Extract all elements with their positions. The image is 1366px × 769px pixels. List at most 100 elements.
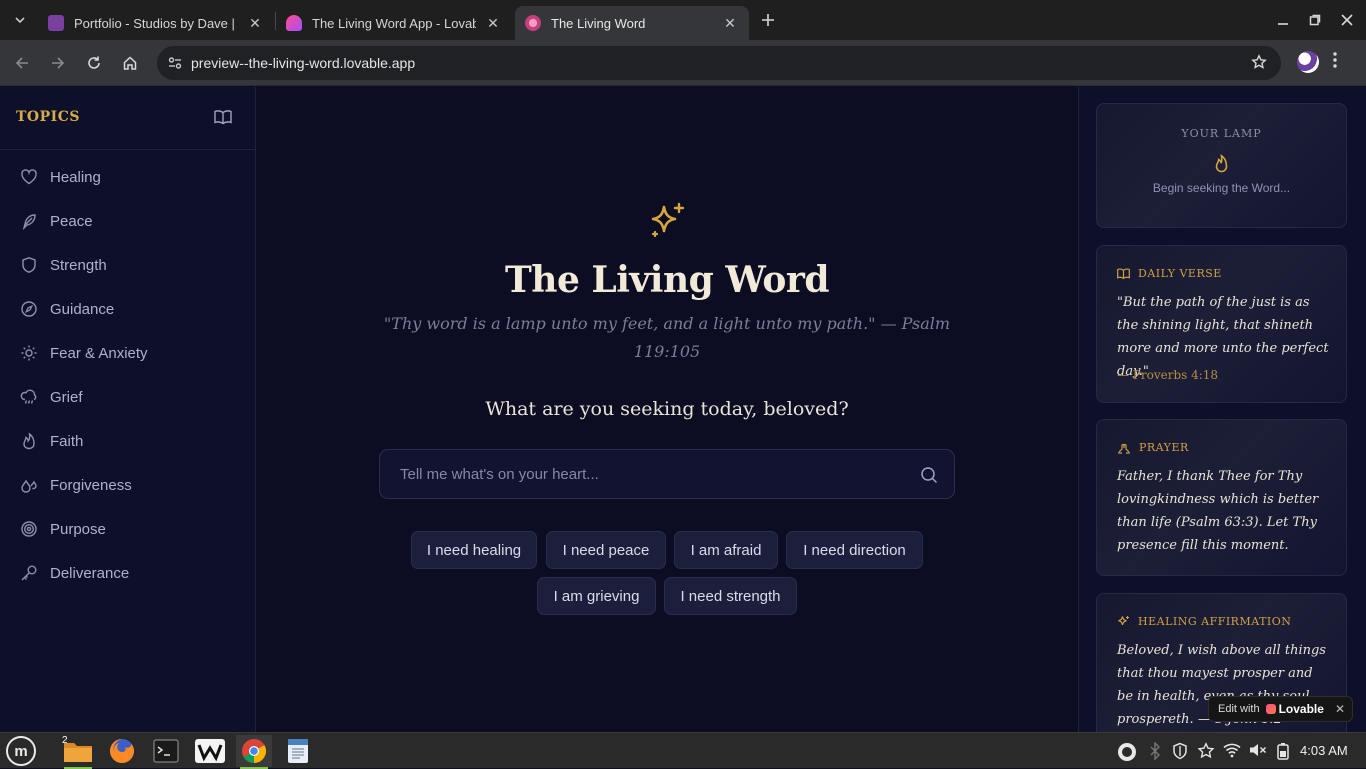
wifi-icon[interactable] [1223, 742, 1241, 763]
taskbar-chrome[interactable] [236, 735, 272, 769]
site-info-icon[interactable] [159, 55, 191, 71]
plus-icon [762, 14, 774, 26]
flame-icon [1213, 153, 1231, 178]
chip-need-strength[interactable]: I need strength [664, 577, 797, 615]
arrow-right-icon [52, 57, 65, 69]
sidebar-item-forgiveness[interactable]: Forgiveness [0, 465, 255, 505]
terminal-icon [153, 739, 179, 763]
chip-am-grieving[interactable]: I am grieving [537, 577, 656, 615]
praying-hands-icon [1118, 443, 1130, 454]
edit-with-lovable-badge[interactable]: Edit with Lovable ✕ [1208, 696, 1353, 722]
close-tab-icon[interactable]: ✕ [246, 14, 264, 32]
chip-need-direction[interactable]: I need direction [786, 531, 923, 569]
lamp-card: YOUR LAMP Begin seeking the Word... [1096, 103, 1347, 228]
arrow-left-icon [15, 57, 28, 69]
living-word-app: TOPICS Healing Peace Strength Guidance F… [0, 87, 1366, 732]
sidebar-item-grief[interactable]: Grief [0, 377, 255, 417]
os-taskbar: m 2 4:03 AM [0, 732, 1366, 769]
minimize-button[interactable] [1271, 8, 1295, 32]
address-bar[interactable]: preview--the-living-word.lovable.app [157, 46, 1281, 80]
restore-button[interactable] [1303, 8, 1327, 32]
sidebar-item-faith[interactable]: Faith [0, 421, 255, 461]
tab-search-button[interactable] [6, 8, 34, 32]
volume-muted-icon[interactable] [1249, 742, 1267, 763]
daily-verse-card: DAILY VERSE "But the path of the just is… [1096, 245, 1347, 403]
heart-icon [21, 169, 37, 185]
reload-icon [88, 56, 100, 69]
tab-lovable-app[interactable]: The Living Word App - Lovable ✕ [276, 6, 512, 40]
affirmation-label: HEALING AFFIRMATION [1138, 615, 1292, 628]
shield-icon [22, 257, 36, 273]
tab-title: The Living Word [551, 15, 646, 31]
document-icon [288, 739, 308, 763]
update-shield-icon[interactable] [1117, 742, 1137, 767]
living-word-favicon-icon [525, 15, 541, 31]
sparkles-icon [646, 201, 688, 248]
browser-menu-icon[interactable] [1333, 51, 1337, 74]
sidebar-item-guidance[interactable]: Guidance [0, 289, 255, 329]
start-menu-button[interactable]: m [6, 736, 36, 766]
taskbar-terminal[interactable] [148, 735, 184, 767]
browser-toolbar: preview--the-living-word.lovable.app [0, 40, 1366, 86]
taskbar-text-editor[interactable] [280, 735, 316, 767]
main-content: The Living Word "Thy word is a lamp unto… [256, 87, 1078, 732]
prayer-label: PRAYER [1139, 441, 1189, 454]
bluetooth-icon[interactable] [1149, 741, 1161, 765]
sidebar-item-label: Healing [50, 168, 101, 186]
heart-search-input[interactable]: Tell me what's on your heart... [379, 449, 955, 499]
compass-icon [21, 301, 37, 317]
close-badge-icon[interactable]: ✕ [1335, 702, 1345, 716]
tab-living-word[interactable]: The Living Word ✕ [515, 6, 749, 40]
battery-icon[interactable] [1277, 742, 1289, 765]
affirmation-header: HEALING AFFIRMATION [1117, 615, 1291, 628]
folder-window-count: 2 [62, 735, 68, 746]
close-tab-icon[interactable]: ✕ [721, 14, 739, 32]
favorites-star-icon[interactable] [1197, 742, 1215, 765]
target-icon [21, 521, 37, 537]
chip-need-peace[interactable]: I need peace [546, 531, 666, 569]
new-tab-button[interactable] [756, 8, 780, 32]
sidebar-item-strength[interactable]: Strength [0, 245, 255, 285]
reload-button[interactable] [80, 49, 108, 77]
restore-icon [1309, 14, 1321, 26]
sidebar-item-healing[interactable]: Healing [0, 157, 255, 197]
back-button[interactable] [8, 49, 36, 77]
tab-title: The Living Word App - Lovable [312, 15, 476, 31]
sidebar-item-label: Deliverance [50, 564, 130, 582]
sidebar-item-peace[interactable]: Peace [0, 201, 255, 241]
taskbar-files[interactable]: 2 [60, 735, 96, 769]
portfolio-favicon-icon [48, 15, 64, 31]
chrome-icon [242, 739, 267, 763]
lovable-heart-icon [1265, 704, 1276, 714]
taskbar-app-w[interactable] [192, 735, 228, 767]
droplets-icon [21, 479, 37, 493]
prayer-header: PRAYER [1117, 441, 1189, 454]
close-window-button[interactable] [1335, 8, 1359, 32]
minimize-icon [1278, 23, 1288, 25]
security-shield-icon[interactable] [1171, 742, 1189, 765]
system-clock[interactable]: 4:03 AM [1300, 743, 1348, 758]
book-open-icon[interactable] [214, 109, 232, 130]
taskbar-firefox[interactable] [104, 735, 140, 767]
chip-need-healing[interactable]: I need healing [411, 531, 537, 569]
close-tab-icon[interactable]: ✕ [484, 14, 502, 32]
home-button[interactable] [116, 49, 144, 77]
tab-title: Portfolio - Studios by Dave | … [74, 15, 238, 31]
sidebar-item-label: Guidance [50, 300, 115, 318]
bookmark-star-icon[interactable] [1251, 54, 1267, 75]
profile-avatar[interactable] [1297, 51, 1319, 73]
sidebar-title: TOPICS [16, 109, 80, 125]
sidebar-item-purpose[interactable]: Purpose [0, 509, 255, 549]
chip-am-afraid[interactable]: I am afraid [674, 531, 778, 569]
sidebar-item-label: Fear & Anxiety [50, 344, 148, 362]
sidebar-item-label: Grief [50, 388, 83, 406]
sidebar-item-fear-anxiety[interactable]: Fear & Anxiety [0, 333, 255, 373]
tab-portfolio[interactable]: Portfolio - Studios by Dave | … ✕ [38, 6, 274, 40]
sidebar-item-deliverance[interactable]: Deliverance [0, 553, 255, 593]
forward-button[interactable] [44, 49, 72, 77]
prayer-card: PRAYER Father, I thank Thee for Thy lovi… [1096, 419, 1347, 576]
sidebar-item-label: Strength [50, 256, 107, 274]
home-icon [123, 56, 137, 70]
search-icon[interactable] [920, 466, 938, 489]
book-open-icon [1117, 267, 1130, 279]
